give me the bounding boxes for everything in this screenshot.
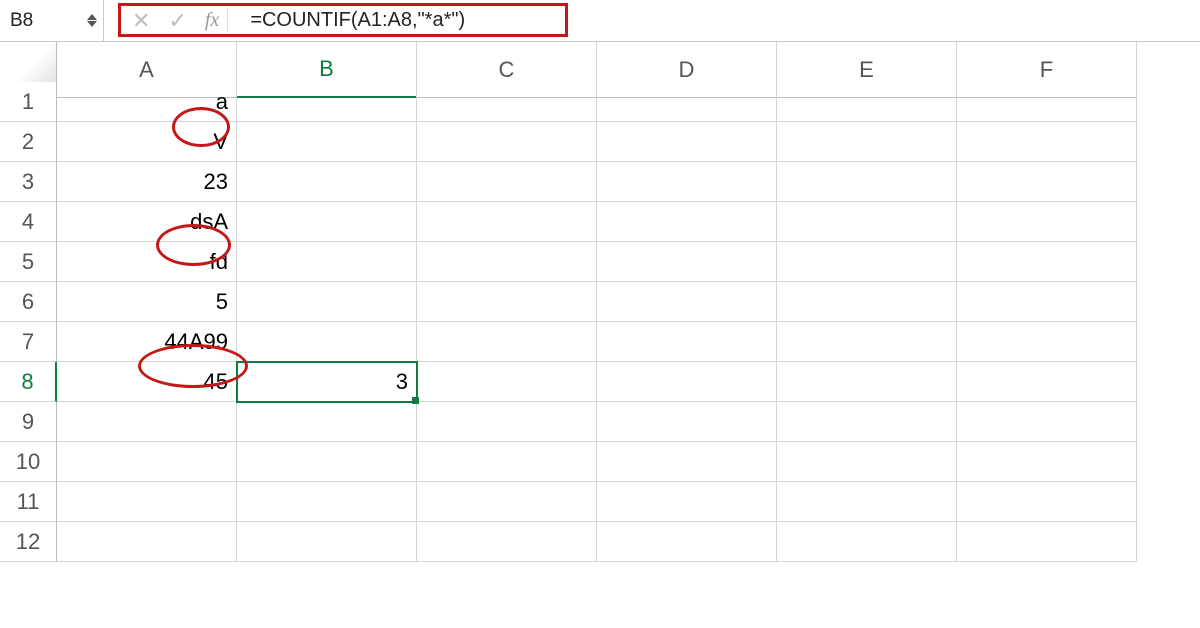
row-header[interactable]: 10 xyxy=(0,442,57,482)
cell[interactable]: fd xyxy=(57,242,237,282)
cell[interactable] xyxy=(957,282,1137,322)
cell[interactable] xyxy=(777,282,957,322)
cell[interactable] xyxy=(957,402,1137,442)
cell[interactable] xyxy=(417,402,597,442)
cell[interactable] xyxy=(57,442,237,482)
cell[interactable] xyxy=(417,282,597,322)
cell[interactable]: 45 xyxy=(57,362,237,402)
cell[interactable] xyxy=(597,522,777,562)
row-header[interactable]: 7 xyxy=(0,322,57,362)
cell[interactable] xyxy=(237,402,417,442)
cell[interactable] xyxy=(237,322,417,362)
cell[interactable] xyxy=(57,482,237,522)
cell[interactable] xyxy=(57,522,237,562)
cell[interactable] xyxy=(417,442,597,482)
cell[interactable] xyxy=(957,162,1137,202)
cell[interactable] xyxy=(597,322,777,362)
cell[interactable] xyxy=(957,82,1137,122)
cell[interactable] xyxy=(237,202,417,242)
formula-bar: B8 ✕ ✓ fx xyxy=(0,0,1200,42)
cell[interactable] xyxy=(237,482,417,522)
cell[interactable]: V xyxy=(57,122,237,162)
cell[interactable] xyxy=(237,122,417,162)
row-header[interactable]: 3 xyxy=(0,162,57,202)
row-header[interactable]: 8 xyxy=(0,362,57,402)
cell[interactable] xyxy=(957,362,1137,402)
cell[interactable] xyxy=(957,322,1137,362)
cell[interactable] xyxy=(237,282,417,322)
cell[interactable] xyxy=(597,402,777,442)
name-box-value: B8 xyxy=(10,10,33,32)
row-header[interactable]: 11 xyxy=(0,482,57,522)
cell[interactable]: 5 xyxy=(57,282,237,322)
spreadsheet-grid: ABCDEF1a2V3234dsA5fd65744A9984539101112 xyxy=(0,42,1200,562)
cell[interactable] xyxy=(777,82,957,122)
cell[interactable] xyxy=(597,282,777,322)
cell[interactable] xyxy=(417,202,597,242)
cell[interactable] xyxy=(417,82,597,122)
cell[interactable]: 44A99 xyxy=(57,322,237,362)
cell[interactable] xyxy=(957,202,1137,242)
cell[interactable] xyxy=(777,482,957,522)
cell[interactable] xyxy=(777,122,957,162)
cell[interactable] xyxy=(417,522,597,562)
formula-icons: ✕ ✓ fx xyxy=(104,8,242,34)
cell[interactable] xyxy=(777,242,957,282)
cell[interactable] xyxy=(777,322,957,362)
formula-area: ✕ ✓ fx xyxy=(104,0,1200,41)
fx-icon[interactable]: fx xyxy=(205,9,228,32)
row-header[interactable]: 9 xyxy=(0,402,57,442)
row-header[interactable]: 6 xyxy=(0,282,57,322)
spinner-down-icon[interactable] xyxy=(87,21,97,27)
cell[interactable] xyxy=(777,522,957,562)
row-header[interactable]: 4 xyxy=(0,202,57,242)
cell[interactable] xyxy=(237,162,417,202)
cell[interactable] xyxy=(57,402,237,442)
cell[interactable] xyxy=(417,242,597,282)
name-box[interactable]: B8 xyxy=(0,0,104,41)
cell[interactable] xyxy=(957,122,1137,162)
cell[interactable] xyxy=(597,162,777,202)
row-header[interactable]: 2 xyxy=(0,122,57,162)
spinner-up-icon[interactable] xyxy=(87,14,97,20)
cell[interactable] xyxy=(777,402,957,442)
formula-input[interactable] xyxy=(242,9,1200,32)
row-header[interactable]: 12 xyxy=(0,522,57,562)
cell[interactable] xyxy=(597,242,777,282)
cell[interactable] xyxy=(957,522,1137,562)
cell[interactable] xyxy=(957,442,1137,482)
cell[interactable] xyxy=(597,122,777,162)
cell[interactable] xyxy=(237,242,417,282)
cell[interactable] xyxy=(597,82,777,122)
cell[interactable] xyxy=(777,162,957,202)
cell[interactable]: 23 xyxy=(57,162,237,202)
cell[interactable] xyxy=(417,322,597,362)
cell[interactable] xyxy=(777,362,957,402)
cell[interactable] xyxy=(237,522,417,562)
cell[interactable] xyxy=(957,242,1137,282)
cancel-icon[interactable]: ✕ xyxy=(132,8,150,34)
cell[interactable]: dsA xyxy=(57,202,237,242)
cell[interactable]: 3 xyxy=(237,362,417,402)
name-box-spinner[interactable] xyxy=(87,14,97,27)
accept-icon[interactable]: ✓ xyxy=(168,8,186,34)
cell[interactable] xyxy=(777,442,957,482)
cell[interactable] xyxy=(417,162,597,202)
row-header[interactable]: 1 xyxy=(0,82,57,122)
cell[interactable] xyxy=(597,362,777,402)
row-header[interactable]: 5 xyxy=(0,242,57,282)
cell[interactable] xyxy=(597,482,777,522)
cell[interactable] xyxy=(597,202,777,242)
cell[interactable] xyxy=(237,442,417,482)
cell[interactable] xyxy=(417,122,597,162)
cell[interactable] xyxy=(237,82,417,122)
cell[interactable]: a xyxy=(57,82,237,122)
cell[interactable] xyxy=(597,442,777,482)
cell[interactable] xyxy=(957,482,1137,522)
cell[interactable] xyxy=(417,362,597,402)
cell[interactable] xyxy=(417,482,597,522)
cell[interactable] xyxy=(777,202,957,242)
